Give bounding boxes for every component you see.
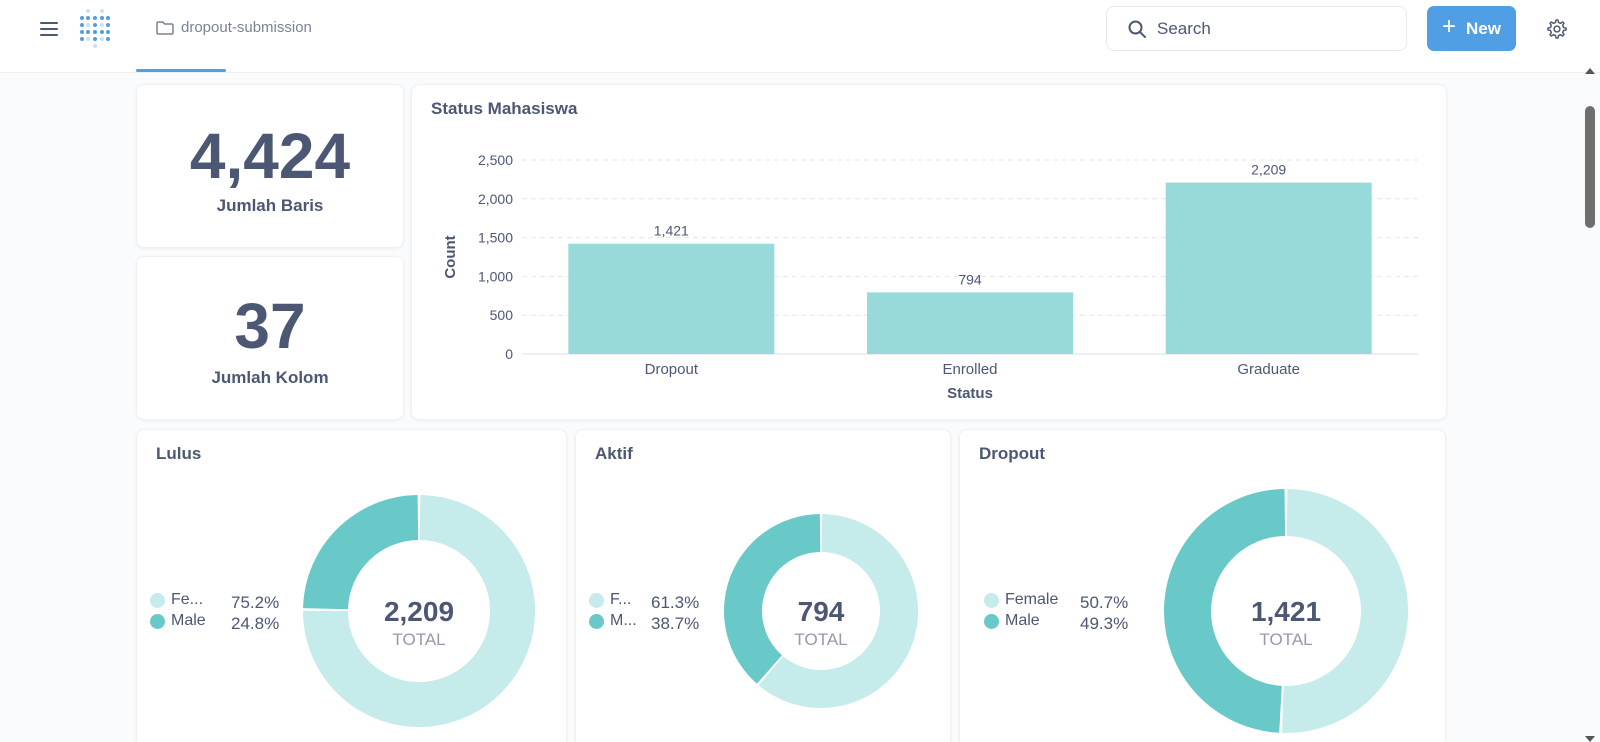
breadcrumb-label: dropout-submission <box>181 19 312 36</box>
donut-total-label: TOTAL <box>392 630 445 649</box>
search-icon <box>1128 20 1146 38</box>
bar-graduate[interactable] <box>1165 182 1372 354</box>
y-tick-label: 1,500 <box>478 230 513 246</box>
new-button[interactable]: + New <box>1427 6 1516 51</box>
donut-card-dropout[interactable]: Dropout Female 50.7% Male 49.3% 1,421 TOT… <box>959 429 1446 742</box>
bar-dropout[interactable] <box>568 243 775 354</box>
donut-total-label: TOTAL <box>1259 630 1312 649</box>
scroll-down-arrow[interactable] <box>1585 736 1595 742</box>
bar-chart: 0 500 1,000 1,500 2,000 2,500 1,421 Dropout 794 E… <box>442 152 1418 402</box>
y-axis-label: Count <box>442 235 459 278</box>
scalar-label: Jumlah Baris <box>216 196 324 215</box>
bar-enrolled[interactable] <box>867 292 1073 354</box>
search-input[interactable]: Search <box>1106 6 1407 51</box>
scroll-up-arrow[interactable] <box>1585 68 1595 74</box>
x-tick-label: Enrolled <box>942 361 997 378</box>
collection-breadcrumb[interactable]: dropout-submission <box>156 19 312 36</box>
gear-icon[interactable] <box>1546 18 1568 40</box>
search-placeholder: Search <box>1157 18 1211 38</box>
new-button-label: New <box>1466 18 1501 38</box>
scalar-card-jumlah-baris[interactable]: 4,424 Jumlah Baris <box>136 84 404 248</box>
x-tick-label: Dropout <box>645 361 699 378</box>
x-axis-label: Status <box>947 385 993 402</box>
donut-total-label: TOTAL <box>794 630 847 649</box>
bar-chart-card[interactable]: Status Mahasiswa 0 500 1,000 1,500 2,000 2,50… <box>411 84 1447 420</box>
bar-value-label: 794 <box>958 271 982 287</box>
y-tick-label: 2,500 <box>478 152 513 168</box>
scalar-card-jumlah-kolom[interactable]: 37 Jumlah Kolom <box>136 256 404 420</box>
active-tab-indicator <box>136 69 226 72</box>
scrollbar-thumb[interactable] <box>1585 106 1595 228</box>
donut-total-value: 1,421 <box>1251 596 1321 627</box>
y-tick-label: 2,000 <box>478 191 513 207</box>
donut-card-lulus[interactable]: Lulus Fe... 75.2% Male 24.8% 2,209 TOTAL <box>136 429 567 742</box>
donut-chart: 1,421 TOTAL <box>1164 489 1409 733</box>
donut-card-aktif[interactable]: Aktif F... 61.3% M... 38.7% 794 TOTAL <box>575 429 951 742</box>
x-tick-label: Graduate <box>1237 361 1300 378</box>
scalar-value: 37 <box>234 290 306 362</box>
hamburger-menu-icon[interactable] <box>40 20 58 38</box>
y-tick-label: 0 <box>505 346 513 362</box>
donut-chart: 794 TOTAL <box>724 514 918 708</box>
folder-icon <box>156 20 174 35</box>
scalar-value: 4,424 <box>189 120 351 192</box>
donut-total-value: 794 <box>798 596 845 627</box>
top-navigation-bar: dropout-submission Search + New <box>0 0 1600 73</box>
donut-slice-male[interactable] <box>303 495 419 610</box>
scalar-label: Jumlah Kolom <box>211 368 329 387</box>
y-tick-label: 500 <box>490 307 514 323</box>
bar-value-label: 2,209 <box>1251 162 1286 178</box>
y-tick-label: 1,000 <box>478 268 513 284</box>
donut-chart: 2,209 TOTAL <box>303 495 535 727</box>
plus-icon: + <box>1442 13 1457 40</box>
bar-value-label: 1,421 <box>654 223 689 239</box>
donut-total-value: 2,209 <box>384 596 454 627</box>
metabase-logo-icon[interactable] <box>76 8 114 48</box>
